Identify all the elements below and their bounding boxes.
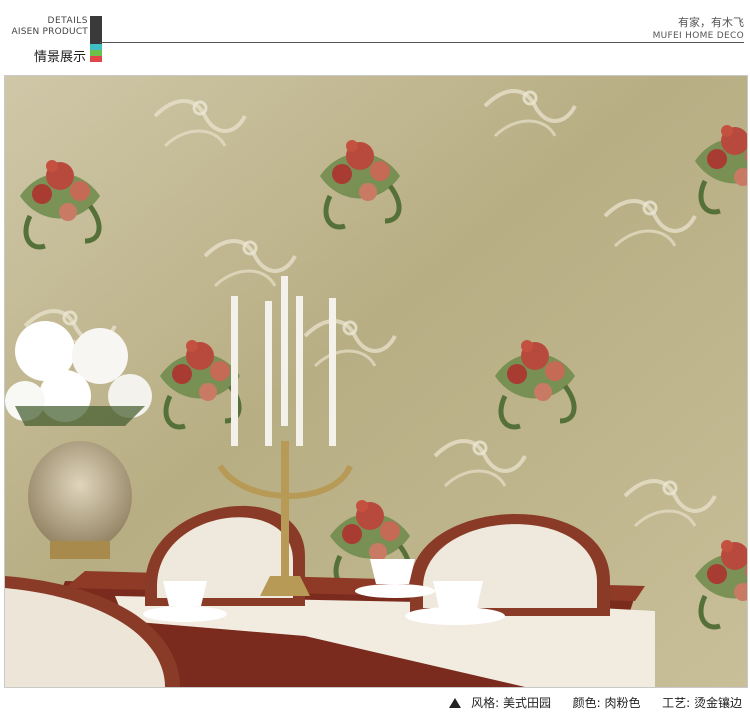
- section-title: 情景展示: [33, 50, 86, 65]
- details-label: DETAILS: [47, 16, 88, 26]
- header-left-block: DETAILS AISEN PRODUCT 情景展示: [0, 16, 88, 65]
- brand-en: MUFEI HOME DECO: [652, 31, 744, 41]
- style-label: 风格: 美式田园: [471, 696, 551, 710]
- brand-block: 有家，有木飞 MUFEI HOME DECO: [653, 16, 744, 42]
- triangle-marker-icon: [449, 698, 462, 708]
- scene-illustration: [5, 76, 747, 687]
- product-label: AISEN PRODUCT: [11, 27, 88, 37]
- bar-red: [90, 56, 102, 62]
- brand-cn: 有家，有木飞: [678, 16, 744, 29]
- craft-label: 工艺: 烫金镶边: [662, 696, 742, 710]
- bar-dark: [90, 16, 102, 44]
- color-bars: [90, 16, 102, 62]
- color-label: 颜色: 肉粉色: [572, 696, 641, 710]
- header-divider: [100, 42, 744, 43]
- scene-photo: [4, 75, 748, 688]
- product-caption: 风格: 美式田园 颜色: 肉粉色 工艺: 烫金镶边: [449, 694, 742, 711]
